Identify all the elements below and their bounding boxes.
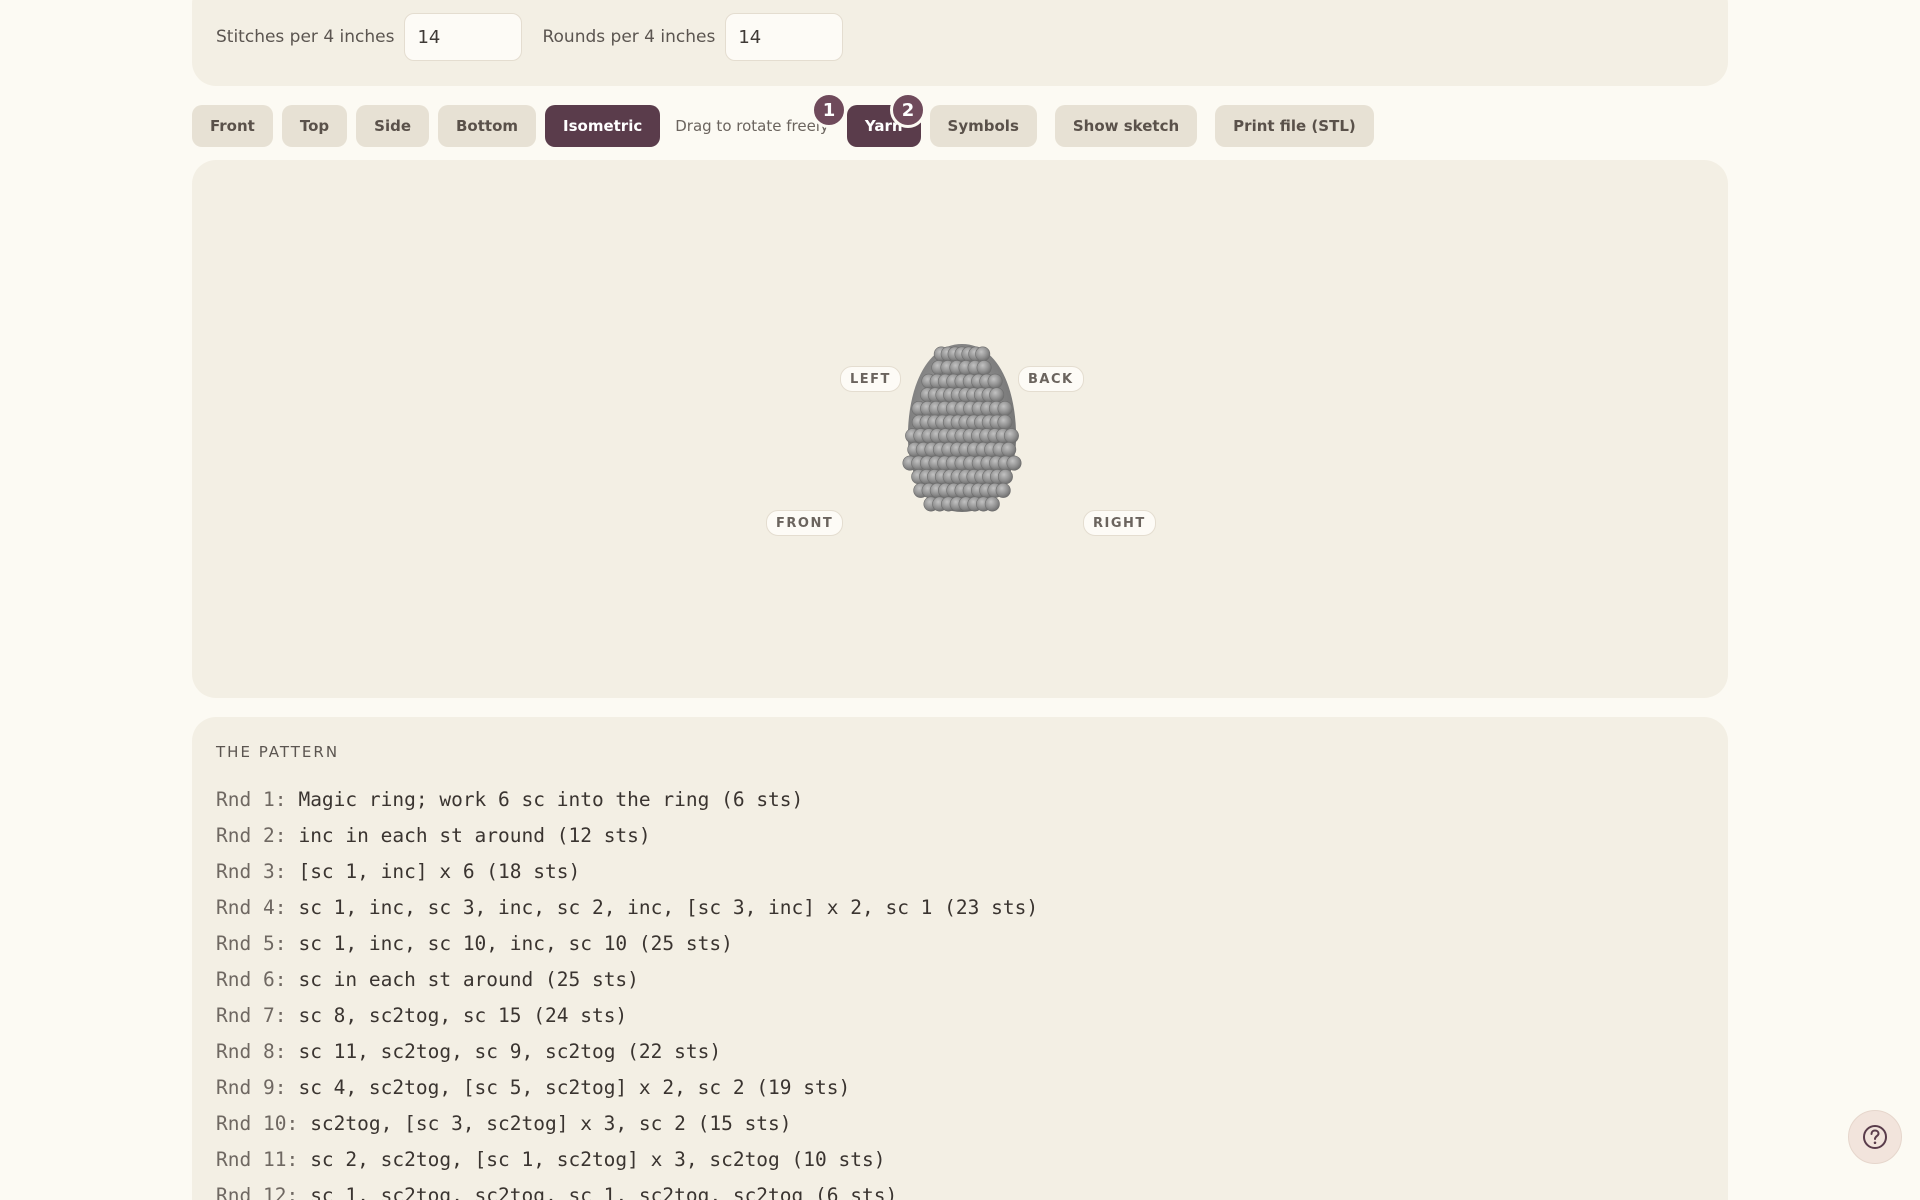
stitch-bump [1006, 455, 1022, 471]
round-instruction: sc 8, sc2tog, sc 15 (24 sts) [298, 1003, 628, 1027]
round-label: Rnd 7: [216, 1003, 287, 1027]
round-instruction: sc 1, inc, sc 10, inc, sc 10 (25 sts) [298, 931, 733, 955]
stitch-bump [976, 360, 992, 376]
round-instruction: sc2tog, [sc 3, sc2tog] x 3, sc 2 (15 sts… [310, 1111, 792, 1135]
pattern-round: Rnd 10: sc2tog, [sc 3, sc2tog] x 3, sc 2 … [216, 1105, 1038, 1141]
round-label: Rnd 8: [216, 1039, 287, 1063]
stitches-input[interactable] [404, 13, 523, 61]
round-instruction: sc 4, sc2tog, [sc 5, sc2tog] x 2, sc 2 (… [298, 1075, 851, 1099]
pattern-round: Rnd 9: sc 4, sc2tog, [sc 5, sc2tog] x 2, … [216, 1069, 1038, 1105]
pattern-list: Rnd 1: Magic ring; work 6 sc into the rin… [216, 781, 1038, 1200]
help-circle-icon [1863, 1125, 1887, 1149]
round-instruction: sc 1, inc, sc 3, inc, sc 2, inc, [sc 3, … [298, 895, 1039, 919]
model-stitch-bumps [902, 346, 1022, 512]
stitch-bump [997, 414, 1013, 430]
gauge-row: Stitches per 4 inches Rounds per 4 inche… [216, 12, 863, 62]
pattern-heading: THE PATTERN [216, 743, 340, 761]
round-label: Rnd 1: [216, 787, 287, 811]
stitch-bump [1003, 428, 1019, 444]
rounds-label: Rounds per 4 inches [542, 27, 716, 47]
stitches-label: Stitches per 4 inches [216, 27, 395, 47]
step-badge-1: 1 [811, 92, 847, 128]
round-label: Rnd 3: [216, 859, 287, 883]
gauge-panel: Stitches per 4 inches Rounds per 4 inche… [192, 0, 1728, 86]
pattern-round: Rnd 11: sc 2, sc2tog, [sc 1, sc2tog] x 3,… [216, 1141, 1038, 1177]
stitch-bump [997, 469, 1013, 485]
pattern-round: Rnd 2: inc in each st around (12 sts) [216, 817, 1038, 853]
stitch-bump [1001, 442, 1017, 458]
round-instruction: [sc 1, inc] x 6 (18 sts) [298, 859, 581, 883]
round-label: Rnd 11: [216, 1147, 299, 1171]
view-side-button[interactable]: Side [356, 105, 429, 147]
round-label: Rnd 6: [216, 967, 287, 991]
stitch-bump [984, 496, 1000, 512]
round-instruction: sc 1, sc2tog, sc2tog, sc 1, sc2tog, sc2t… [310, 1183, 898, 1200]
pattern-round: Rnd 7: sc 8, sc2tog, sc 15 (24 sts) [216, 997, 1038, 1033]
pattern-round: Rnd 4: sc 1, inc, sc 3, inc, sc 2, inc, [… [216, 889, 1038, 925]
round-instruction: inc in each st around (12 sts) [298, 823, 651, 847]
round-instruction: sc 11, sc2tog, sc 9, sc2tog (22 sts) [298, 1039, 722, 1063]
round-label: Rnd 2: [216, 823, 287, 847]
round-label: Rnd 12: [216, 1183, 299, 1200]
drag-hint: Drag to rotate freely [675, 117, 829, 135]
round-instruction: sc in each st around (25 sts) [298, 967, 639, 991]
stitch-bump [989, 387, 1005, 403]
stitch-bump [975, 346, 991, 362]
stitch-bump [995, 482, 1011, 498]
pattern-round: Rnd 6: sc in each st around (25 sts) [216, 961, 1038, 997]
view-top-button[interactable]: Top [281, 105, 348, 147]
stitch-bump [997, 400, 1013, 416]
round-instruction: Magic ring; work 6 sc into the ring (6 s… [298, 787, 804, 811]
direction-label-right: RIGHT [1083, 510, 1156, 536]
help-button[interactable] [1848, 1110, 1902, 1164]
pattern-round: Rnd 3: [sc 1, inc] x 6 (18 sts) [216, 853, 1038, 889]
view-toolbar: Front Top Side Bottom Isometric Drag to … [192, 105, 1383, 147]
pattern-panel: THE PATTERN Rnd 1: Magic ring; work 6 sc … [192, 717, 1728, 1200]
round-label: Rnd 9: [216, 1075, 287, 1099]
round-instruction: sc 2, sc2tog, [sc 1, sc2tog] x 3, sc2tog… [310, 1147, 886, 1171]
pattern-round: Rnd 12: sc 1, sc2tog, sc2tog, sc 1, sc2to… [216, 1177, 1038, 1200]
pattern-round: Rnd 5: sc 1, inc, sc 10, inc, sc 10 (25 s… [216, 925, 1038, 961]
view-front-button[interactable]: Front [192, 105, 273, 147]
step-badge-2: 2 [890, 92, 926, 128]
stitch-bump [987, 373, 1003, 389]
rounds-input[interactable] [725, 13, 844, 61]
pattern-round: Rnd 1: Magic ring; work 6 sc into the rin… [216, 781, 1038, 817]
crochet-model[interactable] [882, 340, 1042, 520]
symbols-toggle-button[interactable]: Symbols [929, 105, 1037, 147]
direction-label-front: FRONT [766, 510, 844, 536]
show-sketch-button[interactable]: Show sketch [1054, 105, 1198, 147]
round-label: Rnd 4: [216, 895, 287, 919]
pattern-round: Rnd 8: sc 11, sc2tog, sc 9, sc2tog (22 st… [216, 1033, 1038, 1069]
page: Stitches per 4 inches Rounds per 4 inche… [0, 0, 1920, 1200]
print-stl-button[interactable]: Print file (STL) [1215, 105, 1374, 147]
model-viewer[interactable]: LEFT BACK FRONT RIGHT [192, 160, 1728, 698]
round-label: Rnd 5: [216, 931, 287, 955]
view-bottom-button[interactable]: Bottom [438, 105, 537, 147]
round-label: Rnd 10: [216, 1111, 299, 1135]
view-isometric-button[interactable]: Isometric [545, 105, 661, 147]
